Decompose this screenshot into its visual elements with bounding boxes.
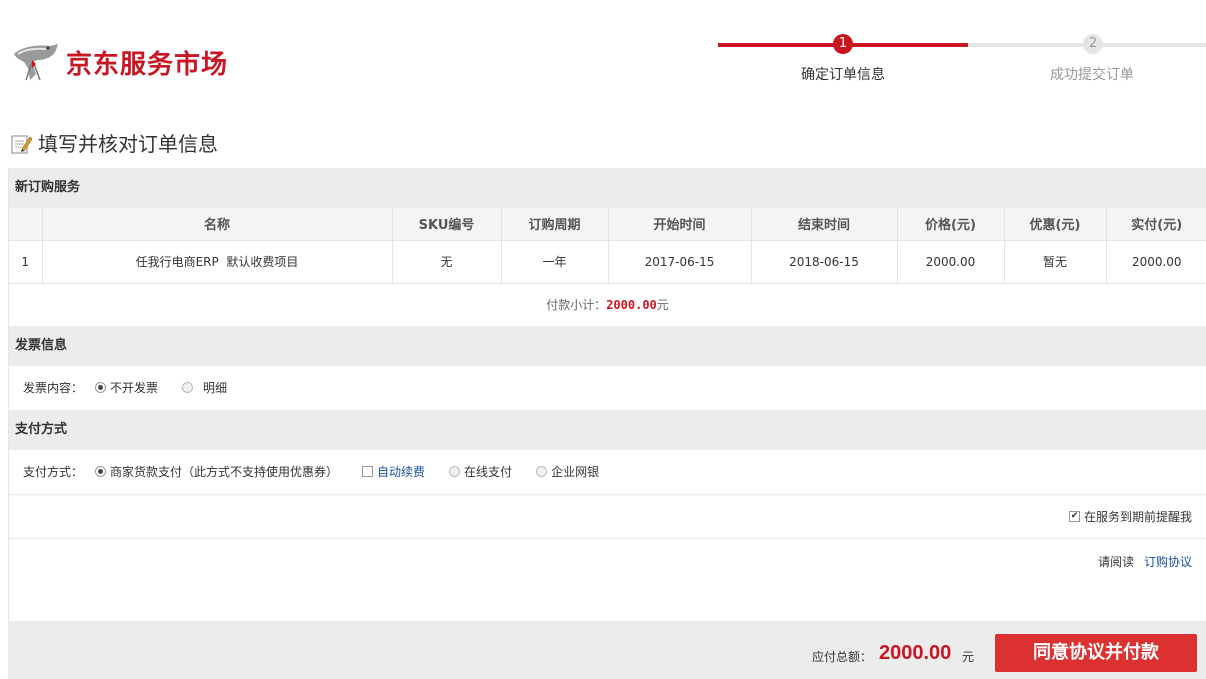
column-header-name: 名称 — [42, 208, 393, 241]
agreement-prefix: 请阅读 — [1098, 554, 1135, 569]
payment-online-label: 在线支付 — [464, 465, 513, 479]
column-header-price: 价格(元) — [897, 208, 1005, 241]
cell-discount: 暂无 — [1004, 240, 1107, 284]
invoice-options-row: 发票内容： 不开发票 明细 — [9, 366, 1206, 410]
payment-merchant-radio[interactable] — [95, 466, 107, 477]
column-header-paid: 实付(元) — [1106, 208, 1206, 241]
invoice-none-label: 不开发票 — [110, 381, 159, 395]
column-header-discount: 优惠(元) — [1004, 208, 1107, 241]
order-progress-steps: 1 2 确定订单信息 成功提交订单 — [718, 32, 1206, 92]
column-header-sku: SKU编号 — [392, 208, 502, 241]
cell-period: 一年 — [501, 240, 609, 284]
page-header: 京东服务市场 1 2 确定订单信息 成功提交订单 — [0, 0, 1206, 110]
invoice-label: 发票内容： — [23, 381, 84, 395]
expiry-reminder-label: 在服务到期前提醒我 — [1083, 509, 1192, 524]
expiry-reminder-option[interactable]: ✔ 在服务到期前提醒我 — [1068, 508, 1192, 525]
payment-option-bank[interactable]: 企业网银 — [536, 463, 599, 480]
agreement-row: 请阅读 订购协议 — [9, 537, 1206, 618]
total-amount: 2000.00 — [879, 642, 952, 664]
cell-price: 2000.00 — [897, 240, 1005, 284]
cell-sku: 无 — [392, 240, 502, 284]
column-header-period: 订购周期 — [501, 208, 609, 241]
edit-note-icon — [11, 135, 32, 153]
cell-start: 2017-06-15 — [608, 240, 752, 284]
invoice-section-header: 发票信息 — [9, 325, 1206, 366]
step-1-label: 确定订单信息 — [801, 67, 885, 83]
invoice-none-radio[interactable] — [95, 382, 107, 393]
payment-option-online[interactable]: 在线支付 — [449, 463, 512, 480]
invoice-detail-label: 明细 — [203, 381, 228, 395]
order-subtotal: 付款小计：2000.00元 — [9, 284, 1206, 326]
cell-name: 任我行电商ERP 默认收费项目 — [42, 240, 393, 284]
step-1-number: 1 — [833, 34, 853, 54]
step-2-number: 2 — [1083, 34, 1103, 54]
cell-index: 1 — [9, 240, 43, 284]
expiry-reminder-checkbox[interactable]: ✔ — [1068, 510, 1080, 522]
invoice-detail-radio[interactable] — [182, 382, 194, 393]
invoice-option-detail[interactable]: 明细 — [182, 379, 227, 396]
logo[interactable]: 京东服务市场 — [10, 40, 228, 84]
step-2-label: 成功提交订单 — [1050, 67, 1134, 83]
column-header-end: 结束时间 — [751, 208, 898, 241]
payment-option-auto-renew[interactable]: 自动续费 — [362, 463, 425, 480]
payment-bank-radio[interactable] — [536, 466, 548, 477]
order-items-table: 名称 SKU编号 订购周期 开始时间 结束时间 价格(元) 优惠(元) 实付(元… — [9, 208, 1206, 284]
table-row: 1 任我行电商ERP 默认收费项目 无 一年 2017-06-15 2018-0… — [9, 240, 1206, 284]
column-header-index — [9, 208, 43, 241]
total-label: 应付总额： — [812, 650, 873, 664]
jd-dog-logo-icon — [14, 44, 58, 81]
table-header-row: 名称 SKU编号 订购周期 开始时间 结束时间 价格(元) 优惠(元) 实付(元… — [9, 208, 1206, 241]
invoice-option-none[interactable]: 不开发票 — [95, 379, 158, 396]
payment-bank-label: 企业网银 — [551, 465, 600, 479]
cell-end: 2018-06-15 — [751, 240, 898, 284]
column-header-start: 开始时间 — [608, 208, 752, 241]
page-title: 填写并核对订单信息 — [10, 128, 218, 157]
logo-text: 京东服务市场 — [66, 49, 229, 80]
payment-footer: 应付总额： 2000.00 元 同意协议并付款 — [8, 621, 1206, 679]
expiry-reminder-row: ✔ 在服务到期前提醒我 — [9, 493, 1206, 538]
agree-and-pay-button[interactable]: 同意协议并付款 — [995, 634, 1197, 672]
agreement-link[interactable]: 订购协议 — [1144, 555, 1192, 569]
subtotal-label: 付款小计： — [546, 297, 607, 312]
payment-option-merchant[interactable]: 商家货款支付（此方式不支持使用优惠券） — [95, 463, 338, 480]
subtotal-unit: 元 — [656, 297, 669, 312]
total-unit: 元 — [962, 650, 975, 664]
order-section-header: 新订购服务 — [9, 168, 1206, 208]
payment-label: 支付方式： — [23, 465, 84, 479]
order-form: 新订购服务 名称 SKU编号 订购周期 开始时间 结束时间 价格(元) 优惠(元… — [8, 168, 1206, 679]
auto-renew-link[interactable]: 自动续费 — [377, 463, 425, 480]
page-title-text: 填写并核对订单信息 — [38, 132, 218, 156]
payment-options-row: 支付方式： 商家货款支付（此方式不支持使用优惠券） 自动续费 在线支付 企业网银 — [9, 450, 1206, 494]
payment-online-radio[interactable] — [449, 466, 461, 477]
auto-renew-checkbox[interactable] — [362, 466, 374, 477]
payment-merchant-label: 商家货款支付（此方式不支持使用优惠券） — [110, 465, 339, 479]
payment-section-header: 支付方式 — [9, 409, 1206, 450]
subtotal-amount: 2000.00 — [606, 297, 657, 312]
cell-paid: 2000.00 — [1106, 240, 1206, 284]
